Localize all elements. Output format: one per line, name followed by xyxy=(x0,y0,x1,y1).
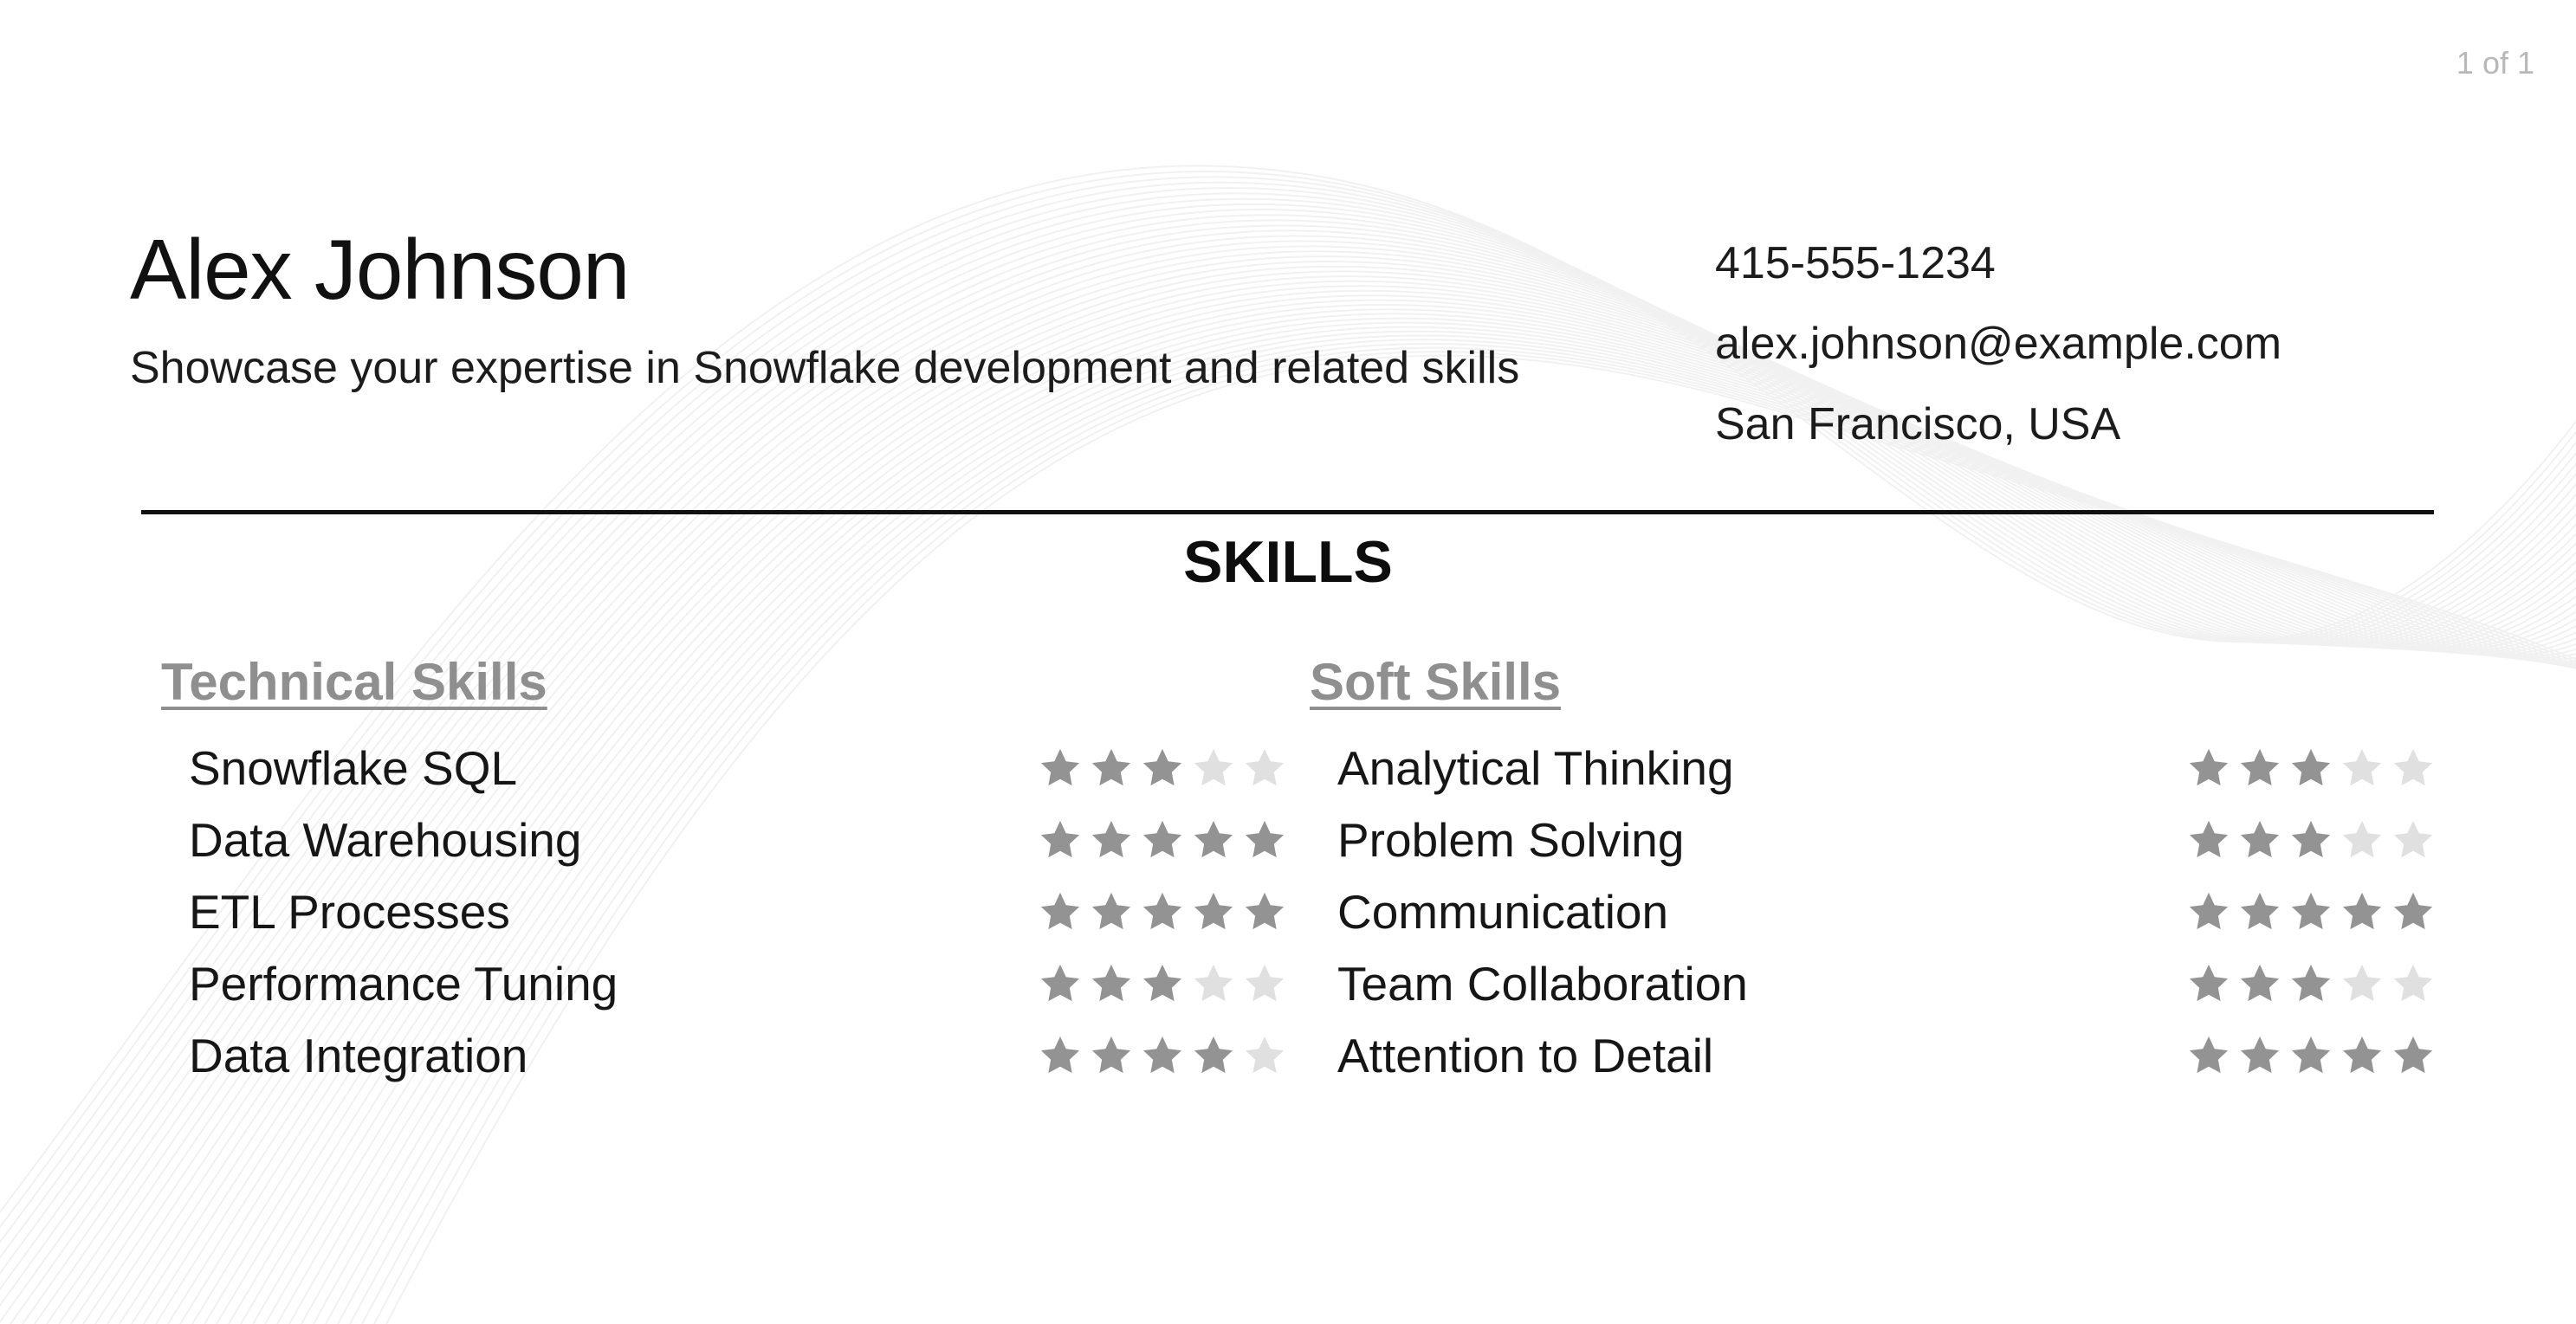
email: alex.johnson@example.com xyxy=(1715,319,2282,369)
skill-rating xyxy=(2186,961,2436,1006)
skill-name: Communication xyxy=(1337,885,1669,939)
star-empty-icon xyxy=(1194,964,1233,1002)
contact-block: 415-555-1234 alex.johnson@example.com Sa… xyxy=(1715,223,2282,465)
skill-name: Team Collaboration xyxy=(1337,957,1748,1011)
soft-skills-list: Analytical Thinking Problem Solving Commun… xyxy=(1310,733,2436,1092)
star-filled-icon xyxy=(1142,820,1182,858)
star-filled-icon xyxy=(1040,964,1080,1002)
star-filled-icon xyxy=(2240,892,2280,930)
star-filled-icon xyxy=(1091,820,1131,858)
phone: 415-555-1234 xyxy=(1715,238,1996,288)
skill-row: Snowflake SQL xyxy=(161,733,1287,804)
star-filled-icon xyxy=(2291,820,2331,858)
star-filled-icon xyxy=(2240,964,2280,1002)
skill-row: Team Collaboration xyxy=(1310,948,2436,1020)
star-filled-icon xyxy=(1040,820,1080,858)
star-filled-icon xyxy=(1142,892,1182,930)
technical-skills-column: Technical Skills Snowflake SQL Data Wareh… xyxy=(161,648,1287,1092)
skill-row: Communication xyxy=(1310,876,2436,948)
star-filled-icon xyxy=(2189,964,2229,1002)
skill-rating xyxy=(1038,961,1287,1006)
star-filled-icon xyxy=(1091,748,1131,786)
star-empty-icon xyxy=(1245,1036,1285,1074)
skill-row: Attention to Detail xyxy=(1310,1020,2436,1092)
skill-row: Data Integration xyxy=(161,1020,1287,1092)
star-empty-icon xyxy=(2393,748,2433,786)
skill-row: Performance Tuning xyxy=(161,948,1287,1020)
star-filled-icon xyxy=(2393,1036,2433,1074)
skill-name: Problem Solving xyxy=(1337,813,1685,867)
technical-skills-list: Snowflake SQL Data Warehousing ETL Process… xyxy=(161,733,1287,1092)
star-filled-icon xyxy=(1091,892,1131,930)
star-filled-icon xyxy=(1142,1036,1182,1074)
star-filled-icon xyxy=(2342,892,2382,930)
star-filled-icon xyxy=(2291,1036,2331,1074)
skill-rating xyxy=(2186,1033,2436,1078)
candidate-name: Alex Johnson xyxy=(130,222,630,317)
star-filled-icon xyxy=(1142,964,1182,1002)
star-filled-icon xyxy=(1194,892,1233,930)
skill-name: ETL Processes xyxy=(189,885,510,939)
star-filled-icon xyxy=(1245,892,1285,930)
skill-rating xyxy=(1038,889,1287,934)
star-filled-icon xyxy=(2189,748,2229,786)
skill-row: Problem Solving xyxy=(1310,804,2436,876)
skill-name: Analytical Thinking xyxy=(1337,741,1734,795)
page-count: 1 of 1 xyxy=(2456,45,2534,81)
section-divider xyxy=(141,510,2434,514)
location: San Francisco, USA xyxy=(1715,399,2121,449)
star-filled-icon xyxy=(1040,892,1080,930)
star-filled-icon xyxy=(2291,892,2331,930)
skill-rating xyxy=(2186,746,2436,791)
skill-row: Data Warehousing xyxy=(161,804,1287,876)
star-filled-icon xyxy=(2342,1036,2382,1074)
star-filled-icon xyxy=(1245,820,1285,858)
star-filled-icon xyxy=(2240,748,2280,786)
star-empty-icon xyxy=(2342,748,2382,786)
star-filled-icon xyxy=(1142,748,1182,786)
skill-rating xyxy=(1038,746,1287,791)
skill-name: Snowflake SQL xyxy=(189,741,518,795)
star-filled-icon xyxy=(2240,820,2280,858)
star-filled-icon xyxy=(1091,964,1131,1002)
star-empty-icon xyxy=(2342,964,2382,1002)
star-filled-icon xyxy=(1040,1036,1080,1074)
tagline: Showcase your expertise in Snowflake dev… xyxy=(130,343,1520,393)
skill-name: Data Warehousing xyxy=(189,813,582,867)
skill-name: Data Integration xyxy=(189,1029,528,1082)
star-filled-icon xyxy=(1194,1036,1233,1074)
skill-rating xyxy=(2186,889,2436,934)
star-filled-icon xyxy=(1040,748,1080,786)
skill-name: Performance Tuning xyxy=(189,957,618,1011)
skill-rating xyxy=(1038,1033,1287,1078)
star-filled-icon xyxy=(1194,820,1233,858)
star-empty-icon xyxy=(2342,820,2382,858)
skill-row: Analytical Thinking xyxy=(1310,733,2436,804)
section-title-skills: SKILLS xyxy=(1183,529,1393,595)
skill-rating xyxy=(2186,817,2436,862)
star-filled-icon xyxy=(2189,820,2229,858)
skill-rating xyxy=(1038,817,1287,862)
star-filled-icon xyxy=(2291,748,2331,786)
star-filled-icon xyxy=(2240,1036,2280,1074)
star-empty-icon xyxy=(2393,964,2433,1002)
star-empty-icon xyxy=(2393,820,2433,858)
star-filled-icon xyxy=(1091,1036,1131,1074)
star-filled-icon xyxy=(2189,1036,2229,1074)
skill-name: Attention to Detail xyxy=(1337,1029,1714,1082)
star-filled-icon xyxy=(2291,964,2331,1002)
skill-row: ETL Processes xyxy=(161,876,1287,948)
technical-skills-heading: Technical Skills xyxy=(161,653,547,711)
soft-skills-column: Soft Skills Analytical Thinking Problem S… xyxy=(1310,648,2436,1092)
soft-skills-heading: Soft Skills xyxy=(1310,653,1562,711)
star-empty-icon xyxy=(1245,748,1285,786)
star-filled-icon xyxy=(2393,892,2433,930)
star-filled-icon xyxy=(2189,892,2229,930)
star-empty-icon xyxy=(1245,964,1285,1002)
star-empty-icon xyxy=(1194,748,1233,786)
